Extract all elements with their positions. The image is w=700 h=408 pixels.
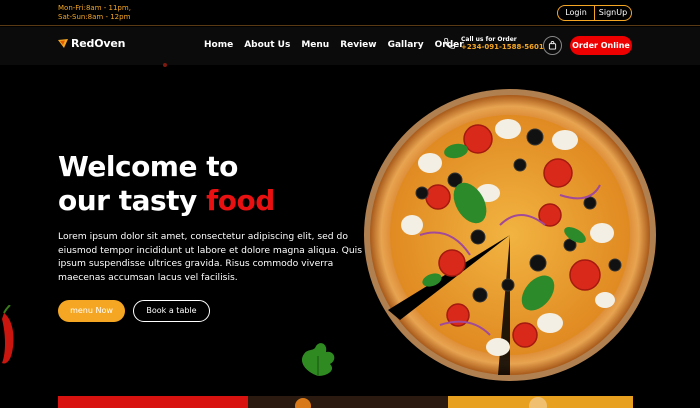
top-info-bar: Mon-Fri:8am - 11pm, Sat-Sun:8am - 12pm L… (0, 0, 700, 26)
signup-button[interactable]: SignUp (594, 6, 631, 20)
featured-strip-image (58, 396, 633, 408)
pizza-image (364, 89, 656, 381)
shopping-bag-icon (548, 41, 557, 50)
opening-hours: Mon-Fri:8am - 11pm, Sat-Sun:8am - 12pm (58, 4, 131, 22)
book-table-button[interactable]: Book a table (133, 300, 210, 322)
phone-icon (444, 38, 455, 49)
hero-title-accent: food (206, 184, 275, 217)
nav-item-home[interactable]: Home (204, 40, 233, 50)
hero-title: Welcome to our tasty food (58, 150, 275, 218)
crumb-decoration (163, 63, 167, 67)
parsley-leaf-image (301, 343, 335, 376)
hours-weekend: Sat-Sun:8am - 12pm (58, 13, 131, 21)
cart-button[interactable] (543, 36, 562, 55)
hero-title-prefix: our tasty (58, 184, 207, 217)
nav-menu: Home About Us Menu Review Gallary Order (204, 40, 464, 50)
main-navbar: RedOven Home About Us Menu Review Gallar… (0, 27, 700, 65)
login-button[interactable]: Login (558, 6, 594, 20)
logo-text: RedOven (71, 37, 126, 50)
nav-item-gallary[interactable]: Gallary (388, 40, 424, 50)
nav-item-about-us[interactable]: About Us (244, 40, 290, 50)
order-online-button[interactable]: Order Online (570, 36, 632, 55)
hero-title-line1: Welcome to (58, 150, 238, 183)
auth-buttons: Login SignUp (557, 5, 632, 21)
oven-flame-icon (58, 39, 68, 48)
logo[interactable]: RedOven (58, 37, 125, 50)
hero-title-line2: our tasty food (58, 184, 275, 218)
hours-weekdays: Mon-Fri:8am - 11pm, (58, 4, 131, 12)
call-label: Call us for Order (461, 36, 517, 43)
nav-item-menu[interactable]: Menu (301, 40, 329, 50)
menu-now-button[interactable]: menu Now (58, 300, 125, 322)
chili-pepper-image (2, 305, 14, 364)
hero-description: Lorem ipsum dolor sit amet, consectetur … (58, 231, 362, 283)
call-number[interactable]: +234-091-1588-5601 (461, 43, 544, 51)
nav-item-review[interactable]: Review (340, 40, 376, 50)
call-for-order[interactable]: Call us for Order +234-091-1588-5601 (443, 36, 544, 51)
